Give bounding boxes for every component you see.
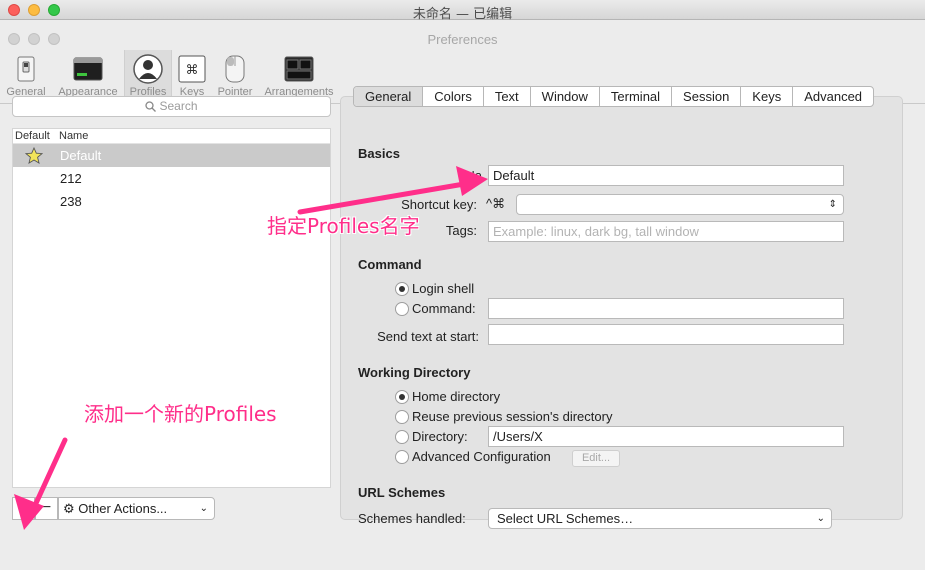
profile-row[interactable]: 212 (13, 167, 330, 190)
annotation-add-note: 添加一个新的Profiles (84, 402, 277, 426)
command-key-icon: ⌘ (178, 55, 206, 83)
other-actions-label: Other Actions... (78, 501, 168, 516)
advanced-config-radio[interactable] (395, 450, 409, 464)
chevron-down-icon: ⌄ (816, 513, 825, 524)
up-down-chevron-icon: ⇕ (828, 199, 837, 210)
reuse-directory-label: Reuse previous session's directory (412, 409, 613, 424)
directory-field[interactable]: /Users/X (488, 426, 844, 447)
tab-terminal[interactable]: Terminal (600, 87, 673, 106)
column-name[interactable]: Name (59, 130, 88, 142)
prefs-title: Preferences (427, 32, 498, 47)
command-label: Command: (412, 301, 476, 316)
tags-label: Tags: (445, 223, 477, 238)
mouse-icon (225, 55, 245, 83)
schemes-handled-label: Schemes handled: (358, 511, 466, 526)
list-header: Default Name (13, 129, 330, 144)
other-actions-button[interactable]: ⚙ Other Actions... ⌄ (58, 497, 215, 520)
profile-name-field[interactable]: Default (488, 165, 844, 186)
name-label: Na (465, 168, 482, 183)
add-profile-button[interactable]: + (12, 497, 35, 520)
tab-advanced[interactable]: Advanced (793, 87, 873, 106)
edit-button[interactable]: Edit... (572, 450, 620, 467)
login-shell-radio[interactable] (395, 282, 409, 296)
tab-text[interactable]: Text (484, 87, 531, 106)
toolbar-general[interactable]: General (2, 50, 50, 102)
home-directory-label: Home directory (412, 389, 501, 404)
column-default[interactable]: Default (15, 130, 50, 142)
command-heading: Command (358, 257, 422, 272)
profile-tabs: General Colors Text Window Terminal Sess… (353, 86, 875, 107)
tab-general[interactable]: General (354, 87, 424, 106)
directory-radio[interactable] (395, 430, 409, 444)
window-title-bar: 未命名 — 已编辑 (0, 0, 925, 22)
basics-heading: Basics (358, 146, 400, 161)
advanced-config-label: Advanced Configuration (412, 449, 551, 464)
profile-row[interactable]: Default (13, 144, 330, 167)
window-title: 未命名 — 已编辑 (412, 7, 513, 22)
profile-name: Default (60, 148, 102, 163)
profile-icon (133, 54, 163, 84)
chevron-down-icon: ⌄ (199, 503, 208, 514)
default-star-icon (25, 147, 43, 164)
search-icon (145, 101, 157, 113)
tab-window[interactable]: Window (531, 87, 600, 106)
command-radio[interactable] (395, 302, 409, 316)
appearance-icon (73, 57, 103, 81)
annotation-name-note: 指定Profiles名字 (267, 214, 420, 238)
directory-label: Directory: (412, 429, 468, 444)
remove-profile-button[interactable]: − (35, 497, 58, 520)
toolbar-arrangements[interactable]: Arrangements (261, 50, 337, 102)
switch-icon (17, 56, 35, 82)
svg-text:⌘: ⌘ (186, 63, 199, 78)
login-shell-label: Login shell (412, 281, 475, 296)
profile-name: 238 (60, 194, 82, 209)
tab-keys[interactable]: Keys (741, 87, 794, 106)
tags-field[interactable]: Example: linux, dark bg, tall window (488, 221, 844, 242)
home-directory-radio[interactable] (395, 390, 409, 404)
working-directory-heading: Working Directory (358, 365, 471, 380)
url-schemes-heading: URL Schemes (358, 485, 446, 500)
shortcut-key-select[interactable]: ⇕ (516, 194, 844, 215)
send-text-field[interactable] (488, 324, 844, 345)
profile-name: 212 (60, 171, 82, 186)
url-schemes-select[interactable]: Select URL Schemes… ⌄ (488, 508, 832, 529)
send-text-label: Send text at start: (377, 329, 479, 344)
profiles-list[interactable]: Default Name Default 212 238 (12, 128, 331, 488)
toolbar-keys[interactable]: ⌘ Keys (174, 50, 210, 102)
toolbar-profiles[interactable]: Profiles (124, 50, 172, 102)
toolbar-pointer[interactable]: Pointer (213, 50, 257, 102)
windows-icon (284, 56, 314, 82)
profile-search-input[interactable]: Search (12, 96, 331, 117)
gear-icon: ⚙ (63, 501, 75, 516)
reuse-directory-radio[interactable] (395, 410, 409, 424)
shortcut-prefix: ^⌘ (486, 196, 506, 211)
tab-colors[interactable]: Colors (423, 87, 484, 106)
search-placeholder: Search (159, 99, 198, 113)
command-field[interactable] (488, 298, 844, 319)
url-schemes-value: Select URL Schemes… (497, 511, 634, 526)
tab-session[interactable]: Session (672, 87, 742, 106)
toolbar-appearance[interactable]: Appearance (54, 50, 122, 102)
